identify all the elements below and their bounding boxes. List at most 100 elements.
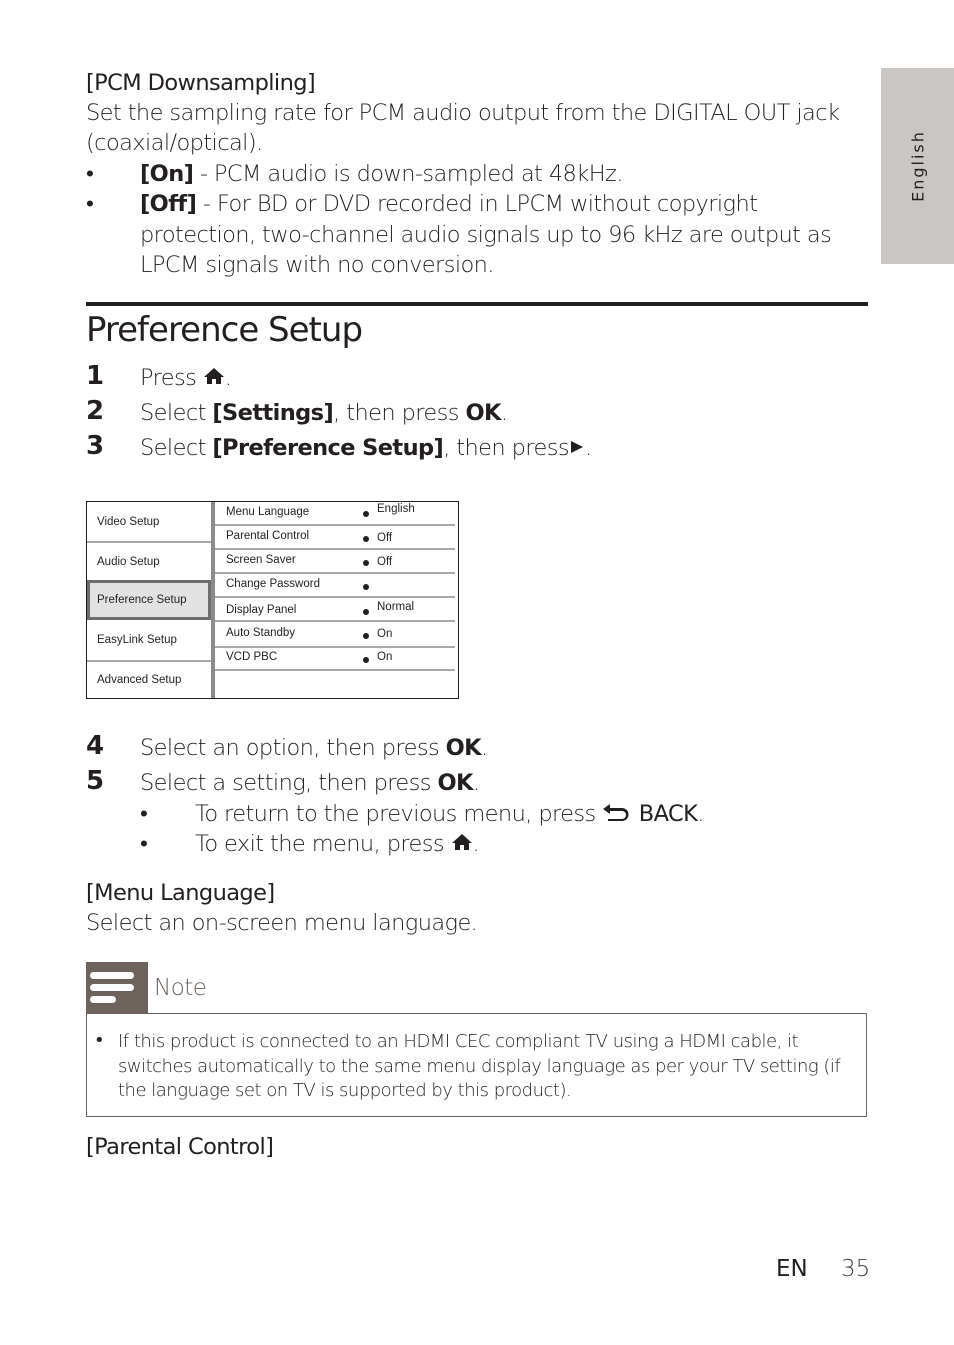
bullet-icon bbox=[363, 511, 369, 517]
menu-row-parental-control[interactable]: Parental Control Off bbox=[215, 526, 455, 548]
bullet-icon bbox=[363, 536, 369, 542]
menu-category-video-setup[interactable]: Video Setup bbox=[87, 502, 211, 541]
menu-row-change-password[interactable]: Change Password bbox=[215, 574, 455, 596]
menu-categories: Video Setup Audio Setup Preference Setup… bbox=[87, 502, 211, 698]
row-value: English bbox=[377, 503, 415, 515]
ok-key: OK bbox=[445, 735, 482, 761]
language-tab-label: English bbox=[908, 130, 927, 202]
step-bold: [Settings] bbox=[212, 400, 334, 426]
step-3: Select [Preference Setup], then press. bbox=[140, 433, 592, 464]
step-punct: . bbox=[500, 400, 508, 426]
bullet: • bbox=[94, 1030, 105, 1051]
row-label: Parental Control bbox=[226, 530, 310, 542]
menu-language-heading: [Menu Language] bbox=[86, 880, 275, 906]
step-bold: [Preference Setup] bbox=[212, 435, 444, 461]
menu-row-auto-standby[interactable]: Auto Standby On bbox=[215, 623, 455, 645]
section-divider bbox=[86, 302, 868, 306]
bullet: • bbox=[140, 831, 148, 857]
step-number: 3 bbox=[86, 431, 105, 461]
row-label: Auto Standby bbox=[226, 627, 296, 639]
step-text: Select bbox=[140, 435, 213, 461]
section-title: Preference Setup bbox=[86, 310, 363, 350]
footer-lang: EN bbox=[776, 1256, 808, 1282]
step-text: Select an option, then press bbox=[140, 735, 446, 761]
row-value: On bbox=[377, 628, 393, 640]
bullet-icon bbox=[363, 584, 369, 590]
step-punct: . bbox=[224, 365, 232, 391]
pcm-desc-line2: (coaxial/optical). bbox=[86, 130, 263, 156]
ok-key: OK bbox=[465, 400, 501, 426]
bullet-icon bbox=[363, 609, 369, 615]
step-punct: . bbox=[481, 735, 488, 761]
row-label: Change Password bbox=[226, 578, 320, 590]
step-4: Select an option, then press OK. bbox=[140, 733, 488, 764]
settings-menu: Video Setup Audio Setup Preference Setup… bbox=[86, 501, 459, 699]
divider bbox=[215, 620, 455, 622]
pcm-option-off-cont1: protection, two-channel audio signals up… bbox=[140, 222, 832, 248]
pcm-option-off-cont2: LPCM signals with no conversion. bbox=[140, 252, 494, 278]
row-label: Display Panel bbox=[226, 604, 297, 616]
row-value: Off bbox=[377, 532, 393, 544]
ok-key: OK bbox=[437, 770, 473, 796]
option-text: - PCM audio is down-sampled at 48kHz. bbox=[193, 161, 624, 187]
row-value: Off bbox=[377, 556, 393, 568]
step-2: Select [Settings], then press OK. bbox=[140, 398, 508, 429]
note-icon bbox=[86, 962, 148, 1013]
step-punct: . bbox=[584, 435, 592, 461]
row-value: Normal bbox=[377, 601, 415, 613]
step-number: 2 bbox=[86, 396, 105, 426]
home-icon bbox=[203, 363, 225, 394]
menu-category-audio-setup[interactable]: Audio Setup bbox=[87, 542, 211, 581]
play-icon bbox=[569, 433, 585, 464]
step-5: Select a setting, then press OK. bbox=[140, 768, 480, 799]
bullet-icon bbox=[363, 633, 369, 639]
step-text: Press bbox=[140, 365, 203, 391]
back-key: BACK bbox=[632, 801, 698, 827]
divider bbox=[215, 596, 455, 598]
bullet: • bbox=[86, 191, 94, 217]
step-text: , then press bbox=[443, 435, 569, 461]
substep-punct: . bbox=[472, 831, 480, 857]
substep-text: To exit the menu, press bbox=[195, 831, 451, 857]
bullet-icon bbox=[363, 657, 369, 663]
note-text: If this product is connected to an HDMI … bbox=[118, 1031, 841, 1101]
step-text: Select a setting, then press bbox=[140, 770, 438, 796]
pcm-desc-line1: Set the sampling rate for PCM audio outp… bbox=[86, 100, 840, 126]
category-label: Advanced Setup bbox=[97, 673, 182, 686]
back-icon bbox=[602, 799, 632, 830]
substep-punct: . bbox=[697, 801, 704, 827]
menu-category-advanced-setup[interactable]: Advanced Setup bbox=[87, 660, 211, 699]
step-number: 1 bbox=[86, 361, 105, 391]
row-value: On bbox=[377, 651, 393, 663]
menu-row-menu-language[interactable]: Menu Language English bbox=[215, 502, 455, 524]
substep-text: To return to the previous menu, press bbox=[195, 801, 603, 827]
step-text: Select bbox=[140, 400, 213, 426]
row-label: VCD PBC bbox=[226, 651, 278, 663]
language-side-tab: English bbox=[881, 68, 954, 264]
category-label: Preference Setup bbox=[97, 594, 187, 606]
step-number: 5 bbox=[86, 766, 105, 796]
note-title: Note bbox=[154, 975, 207, 1001]
step-number: 4 bbox=[86, 731, 105, 761]
menu-row-vcd-pbc[interactable]: VCD PBC On bbox=[215, 647, 455, 669]
home-icon bbox=[451, 829, 473, 860]
menu-row-display-panel[interactable]: Display Panel Normal bbox=[215, 600, 455, 622]
menu-category-preference-setup[interactable]: Preference Setup bbox=[87, 580, 211, 620]
parental-control-heading: [Parental Control] bbox=[86, 1134, 274, 1160]
bullet-icon bbox=[363, 560, 369, 566]
step-punct: . bbox=[472, 770, 480, 796]
option-key: [Off] bbox=[140, 191, 197, 217]
menu-row-screen-saver[interactable]: Screen Saver Off bbox=[215, 550, 455, 572]
category-label: Audio Setup bbox=[97, 555, 160, 568]
step-1: Press . bbox=[140, 363, 232, 394]
row-label: Menu Language bbox=[226, 506, 310, 518]
page-number: 35 bbox=[841, 1256, 871, 1282]
step-text: , then press bbox=[333, 400, 466, 426]
row-label: Screen Saver bbox=[226, 554, 296, 566]
bullet: • bbox=[86, 161, 94, 187]
bullet: • bbox=[140, 801, 148, 827]
pcm-heading: [PCM Downsampling] bbox=[86, 70, 316, 96]
category-label: EasyLink Setup bbox=[97, 633, 177, 646]
menu-category-easylink-setup[interactable]: EasyLink Setup bbox=[87, 620, 211, 659]
category-label: Video Setup bbox=[97, 515, 160, 528]
